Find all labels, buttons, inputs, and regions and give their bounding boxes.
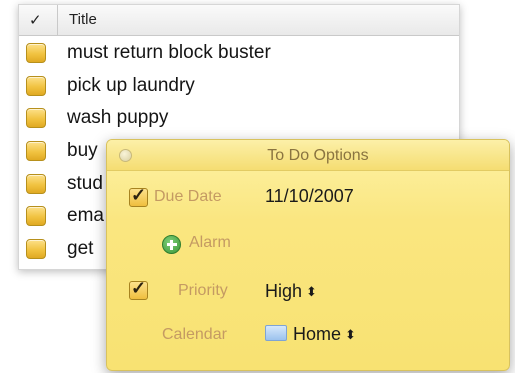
todo-title: get bbox=[67, 238, 94, 260]
todo-title: stud bbox=[67, 172, 103, 194]
chevron-updown-icon: ⬍ bbox=[306, 284, 317, 299]
todo-checkbox[interactable] bbox=[26, 75, 46, 96]
calendar-color-swatch bbox=[265, 325, 287, 341]
calendar-value: Home bbox=[293, 324, 342, 344]
todo-checkbox[interactable] bbox=[26, 108, 46, 129]
todo-title: pick up laundry bbox=[67, 74, 195, 96]
todo-checkbox[interactable] bbox=[26, 141, 46, 162]
due-date-label: Due Date bbox=[154, 188, 222, 205]
todo-title: must return block buster bbox=[67, 42, 271, 63]
todo-title: ema bbox=[67, 205, 104, 227]
todo-title: wash puppy bbox=[67, 107, 169, 129]
popover-titlebar[interactable]: To Do Options bbox=[107, 140, 509, 171]
list-item[interactable]: must return block buster bbox=[19, 36, 459, 69]
priority-label: Priority bbox=[178, 282, 228, 299]
completed-column-header[interactable]: ✓ bbox=[19, 5, 58, 35]
due-date-checkbox[interactable]: ✓ bbox=[129, 185, 148, 207]
chevron-updown-icon: ⬍ bbox=[345, 327, 356, 342]
priority-value: High bbox=[265, 281, 303, 301]
todo-checkbox[interactable] bbox=[26, 206, 46, 227]
add-alarm-icon[interactable] bbox=[162, 235, 181, 254]
checkmark-icon: ✓ bbox=[131, 185, 147, 205]
todo-options-popover: To Do Options ✓ Due Date 11/10/2007 Alar… bbox=[106, 139, 510, 371]
list-header: ✓ Title bbox=[19, 5, 459, 36]
title-column-header[interactable]: Title bbox=[69, 11, 97, 28]
popover-title: To Do Options bbox=[267, 147, 369, 164]
alarm-button[interactable]: Alarm bbox=[189, 234, 231, 252]
checkmark-icon: ✓ bbox=[131, 278, 147, 298]
priority-select[interactable]: High ⬍ bbox=[265, 281, 317, 302]
todo-checkbox[interactable] bbox=[26, 239, 46, 260]
calendar-label: Calendar bbox=[162, 326, 227, 343]
todo-title: buy bbox=[67, 140, 98, 162]
calendar-select[interactable]: Home ⬍ bbox=[265, 324, 356, 345]
priority-checkbox[interactable]: ✓ bbox=[129, 278, 148, 300]
todo-checkbox[interactable] bbox=[26, 43, 46, 63]
list-item[interactable]: wash puppy bbox=[19, 101, 459, 134]
todo-checkbox[interactable] bbox=[26, 173, 46, 194]
checkmark-icon: ✓ bbox=[29, 12, 42, 29]
due-date-field[interactable]: 11/10/2007 bbox=[265, 186, 354, 207]
list-item[interactable]: pick up laundry bbox=[19, 69, 459, 102]
